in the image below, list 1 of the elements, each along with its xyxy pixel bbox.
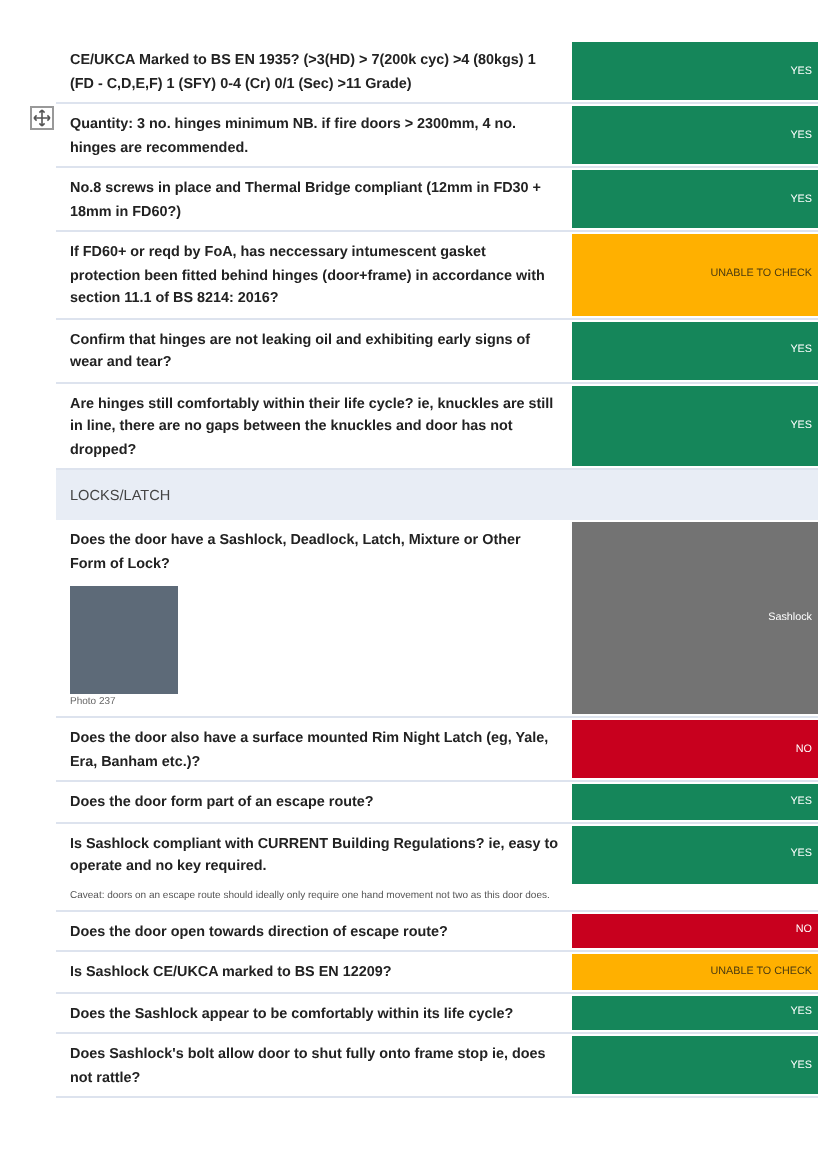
- move-handle-icon[interactable]: [30, 106, 54, 130]
